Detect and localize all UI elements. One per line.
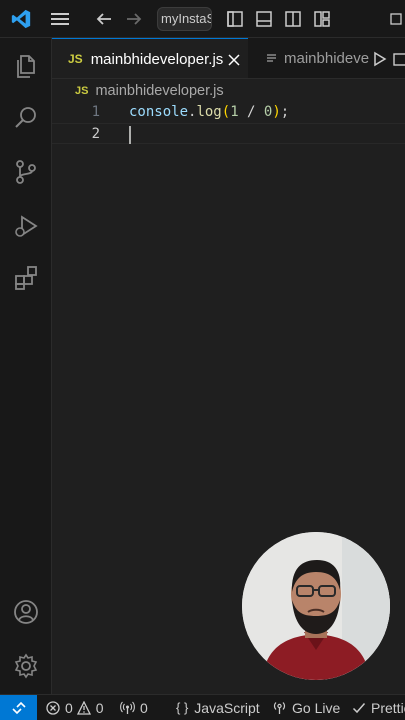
warning-count: 0 bbox=[95, 699, 104, 716]
toggle-panel-icon[interactable] bbox=[251, 0, 277, 38]
error-icon bbox=[46, 700, 60, 715]
presenter-avatar bbox=[242, 532, 390, 680]
braces-icon: { } bbox=[176, 700, 189, 715]
go-live-button[interactable]: Go Live bbox=[272, 695, 340, 720]
close-tab-icon[interactable] bbox=[228, 39, 240, 78]
accounts-icon[interactable] bbox=[0, 590, 52, 634]
menu-icon[interactable] bbox=[45, 0, 75, 38]
check-icon bbox=[352, 702, 366, 713]
maximize-icon[interactable] bbox=[388, 0, 405, 38]
line-number: 2 bbox=[91, 126, 100, 142]
code-token: ) bbox=[272, 104, 281, 120]
source-control-icon[interactable] bbox=[0, 150, 52, 194]
broadcast-icon bbox=[273, 702, 286, 714]
text-cursor bbox=[129, 126, 131, 144]
code-token: / bbox=[238, 104, 264, 120]
split-editor-icon[interactable] bbox=[392, 38, 405, 78]
prettier-label: Prettier bbox=[371, 699, 405, 716]
status-bar: 0 0 0 { } JavaScript Go Live Prettier bbox=[0, 694, 405, 720]
error-count: 0 bbox=[65, 699, 73, 716]
activity-bar bbox=[0, 38, 52, 694]
problems-indicator[interactable]: 0 0 bbox=[46, 695, 104, 720]
code-text: console.log(1 / 0); bbox=[129, 102, 289, 123]
webcam-overlay bbox=[242, 532, 390, 680]
extensions-icon[interactable] bbox=[0, 256, 52, 300]
code-token: ; bbox=[280, 104, 290, 120]
prettier-status[interactable]: Prettier bbox=[352, 695, 405, 720]
code-token: ( bbox=[221, 104, 231, 120]
toggle-primary-sidebar-icon[interactable] bbox=[222, 0, 248, 38]
code-token: console bbox=[129, 104, 189, 120]
ports-count: 0 bbox=[140, 699, 148, 716]
line-number: 1 bbox=[91, 104, 100, 120]
vscode-logo-icon bbox=[6, 0, 36, 38]
tab-label: mainbhideve bbox=[284, 50, 370, 67]
language-label: JavaScript bbox=[194, 699, 260, 716]
command-center-search[interactable]: myInstaS bbox=[157, 7, 212, 31]
search-text: myInstaS bbox=[161, 11, 212, 26]
code-token: log bbox=[196, 104, 222, 120]
run-and-debug-icon[interactable] bbox=[0, 204, 52, 248]
tab-preview[interactable]: mainbhideve bbox=[248, 38, 370, 78]
breadcrumb-file: mainbhideveloper.js bbox=[95, 83, 224, 99]
search-icon[interactable] bbox=[0, 96, 52, 140]
tab-mainbhideveloper-js[interactable]: JS mainbhideveloper.js bbox=[52, 38, 248, 78]
explorer-icon[interactable] bbox=[0, 44, 52, 88]
ports-indicator[interactable]: 0 bbox=[120, 695, 148, 720]
back-arrow-icon[interactable] bbox=[90, 0, 118, 38]
manage-gear-icon[interactable] bbox=[0, 644, 52, 688]
forward-arrow-icon[interactable] bbox=[120, 0, 148, 38]
tab-label: mainbhideveloper.js bbox=[90, 50, 224, 68]
broadcast-icon bbox=[120, 701, 135, 714]
js-file-icon: JS bbox=[68, 52, 83, 66]
code-token: 1 bbox=[230, 104, 239, 120]
language-mode[interactable]: { } JavaScript bbox=[176, 695, 260, 720]
customize-layout-icon[interactable] bbox=[309, 0, 335, 38]
go-live-label: Go Live bbox=[292, 699, 341, 716]
breadcrumb[interactable]: JS mainbhideveloper.js bbox=[75, 80, 224, 102]
editor-tabs: JS mainbhideveloper.js mainbhideve bbox=[52, 38, 405, 79]
remote-indicator-button[interactable] bbox=[0, 695, 37, 720]
warning-icon bbox=[76, 700, 91, 715]
code-line: 1 console.log(1 / 0); bbox=[52, 102, 405, 123]
run-file-icon[interactable] bbox=[370, 38, 390, 78]
title-bar: myInstaS bbox=[0, 0, 405, 38]
toggle-secondary-sidebar-icon[interactable] bbox=[280, 0, 306, 38]
preview-file-icon bbox=[266, 53, 277, 64]
remote-icon bbox=[11, 701, 26, 714]
js-file-icon: JS bbox=[75, 85, 89, 97]
code-line-current: 2 bbox=[52, 123, 405, 144]
